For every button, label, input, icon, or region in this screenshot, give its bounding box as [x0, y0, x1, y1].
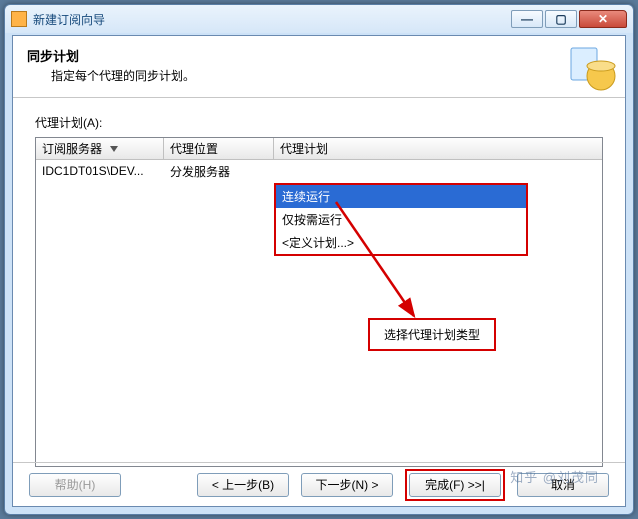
wizard-window: 新建订阅向导 — ▢ ✕ 同步计划 指定每个代理的同步计划。 代理计划(A):	[4, 4, 634, 515]
finish-highlight: 完成(F) >>|	[405, 469, 505, 501]
table-row: IDC1DT01S\DEV... 分发服务器 连续运行	[36, 160, 602, 182]
minimize-button[interactable]: —	[511, 10, 543, 28]
schedule-dropdown: 连续运行 仅按需运行 <定义计划...>	[274, 183, 528, 256]
cell-agent-location: 分发服务器	[164, 163, 274, 180]
help-button[interactable]: 帮助(H)	[29, 473, 121, 497]
window-title: 新建订阅向导	[33, 11, 105, 28]
page-title: 同步计划	[27, 46, 195, 65]
close-button[interactable]: ✕	[579, 10, 627, 28]
next-button[interactable]: 下一步(N) >	[301, 473, 393, 497]
agent-schedule-grid: 订阅服务器 代理位置 代理计划 IDC1DT01S\DEV... 分发服务器	[35, 137, 603, 467]
title-bar: 新建订阅向导 — ▢ ✕	[5, 5, 633, 33]
schedule-option-continuous[interactable]: 连续运行	[276, 185, 526, 208]
schedule-option-define[interactable]: <定义计划...>	[276, 231, 526, 254]
cell-subscriber: IDC1DT01S\DEV...	[36, 164, 164, 178]
col-subscriber[interactable]: 订阅服务器	[36, 138, 164, 159]
wizard-body: 代理计划(A): 订阅服务器 代理位置 代理计划 IDC1DT01S\DEV.	[13, 98, 625, 462]
page-subtitle: 指定每个代理的同步计划。	[51, 67, 195, 84]
grid-header: 订阅服务器 代理位置 代理计划	[36, 138, 602, 160]
sort-indicator-icon	[110, 146, 118, 152]
cancel-button[interactable]: 取消	[517, 473, 609, 497]
col-agent-schedule[interactable]: 代理计划	[274, 138, 602, 159]
wizard-header: 同步计划 指定每个代理的同步计划。	[13, 36, 625, 98]
app-icon	[11, 11, 27, 27]
finish-button[interactable]: 完成(F) >>|	[409, 473, 501, 497]
wizard-client: 同步计划 指定每个代理的同步计划。 代理计划(A): 订阅服务器	[12, 35, 626, 507]
wizard-button-row: 帮助(H) < 上一步(B) 下一步(N) > 完成(F) >>| 取消	[13, 462, 625, 506]
annotation-callout: 选择代理计划类型	[368, 318, 496, 351]
grid-label: 代理计划(A):	[35, 114, 603, 131]
back-button[interactable]: < 上一步(B)	[197, 473, 289, 497]
wizard-hero-icon	[567, 42, 617, 92]
schedule-option-on-demand[interactable]: 仅按需运行	[276, 208, 526, 231]
col-agent-location[interactable]: 代理位置	[164, 138, 274, 159]
maximize-button[interactable]: ▢	[545, 10, 577, 28]
